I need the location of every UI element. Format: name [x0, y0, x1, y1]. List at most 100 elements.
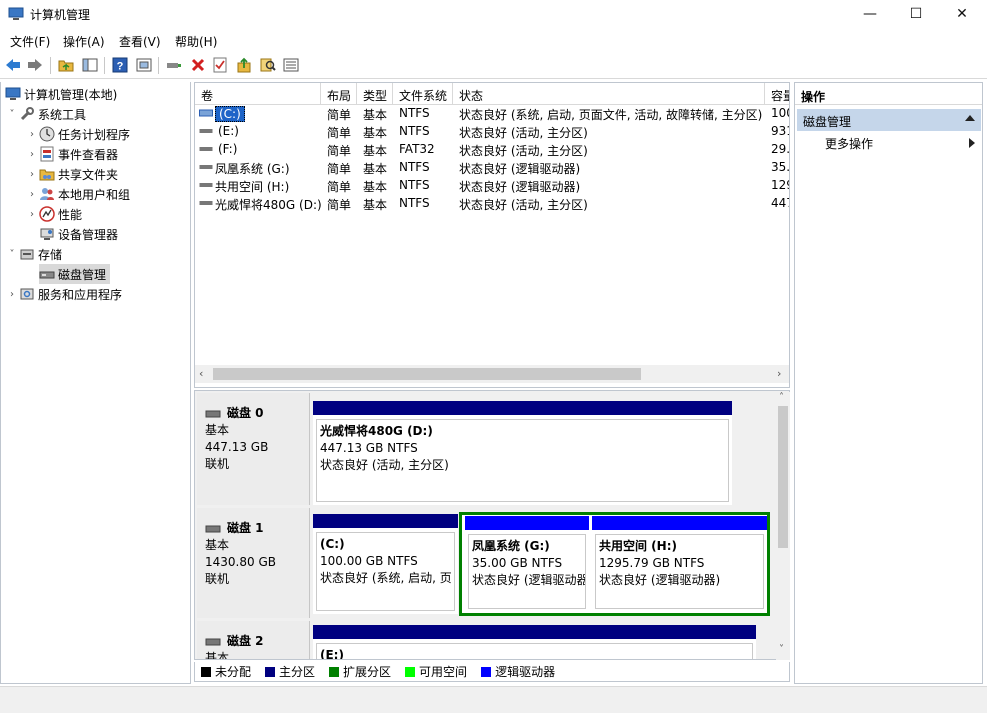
table-row[interactable]: (C:) 简单 基本 NTFS 状态良好 (系统, 启动, 页面文件, 活动, … [195, 105, 789, 123]
tree-item-event-viewer[interactable]: › 事件查看器 [25, 144, 118, 164]
disk-icon [205, 525, 221, 532]
vertical-scrollbar[interactable]: ˄ ˅ [776, 392, 790, 660]
chevron-down-icon[interactable]: ˅ [5, 249, 19, 260]
show-hide-tree-icon[interactable] [81, 56, 99, 74]
chevron-right-icon[interactable]: › [25, 169, 39, 180]
maximize-button[interactable]: ☐ [893, 0, 939, 28]
chevron-right-icon[interactable]: › [25, 209, 39, 220]
menu-action[interactable]: 操作(A) [63, 33, 105, 50]
volume-type: 基本 [363, 162, 388, 176]
column-header-type[interactable]: 类型 [357, 83, 393, 105]
partition-d[interactable]: 光威悍将480G (D:) 447.13 GB NTFS 状态良好 (活动, 主… [313, 401, 732, 505]
extended-partition[interactable]: 凤凰系统 (G:) 35.00 GB NTFS 状态良好 (逻辑驱动器) 共用空… [459, 512, 770, 616]
scrollbar-thumb[interactable] [778, 406, 788, 548]
checklist-icon[interactable] [211, 56, 229, 74]
delete-icon[interactable] [189, 56, 207, 74]
column-header-capacity[interactable]: 容量 [765, 83, 789, 105]
partition-size: 1295.79 GB NTFS [599, 556, 705, 570]
scroll-up-icon[interactable]: ˄ [779, 392, 784, 403]
chevron-down-icon[interactable]: ˅ [5, 109, 19, 120]
tree-item-system-tools[interactable]: ˅ 系统工具 [5, 104, 86, 124]
search-icon[interactable] [259, 56, 277, 74]
users-icon [39, 186, 55, 202]
volume-status: 状态良好 (活动, 主分区) [459, 126, 588, 140]
partition-h[interactable]: 共用空间 (H:) 1295.79 GB NTFS 状态良好 (逻辑驱动器) [592, 516, 767, 612]
menu-help[interactable]: 帮助(H) [175, 33, 217, 50]
tree-item-label: 服务和应用程序 [38, 287, 123, 302]
menu-view[interactable]: 查看(V) [119, 33, 161, 50]
tree-root[interactable]: 计算机管理(本地) [5, 84, 117, 104]
tree-item-performance[interactable]: › 性能 [25, 204, 82, 224]
disk-management-icon [39, 266, 55, 282]
partition-g[interactable]: 凤凰系统 (G:) 35.00 GB NTFS 状态良好 (逻辑驱动器) [465, 516, 589, 612]
up-folder-icon[interactable] [57, 56, 75, 74]
connect-icon[interactable] [165, 56, 183, 74]
help-icon[interactable]: ? [111, 56, 129, 74]
chevron-right-icon[interactable]: › [25, 149, 39, 160]
scrollbar-thumb[interactable] [213, 368, 641, 380]
volume-name: 共用空间 (H:) [215, 180, 290, 194]
column-header-status[interactable]: 状态 [453, 83, 765, 105]
tree-item-services-apps[interactable]: › 服务和应用程序 [5, 284, 122, 304]
disk-size: 447.13 GB [205, 440, 269, 454]
import-icon[interactable] [235, 56, 253, 74]
chevron-up-icon[interactable] [965, 115, 975, 121]
actions-section-disk-management[interactable]: 磁盘管理 [797, 109, 981, 131]
chevron-right-icon[interactable]: › [5, 289, 19, 300]
menu-bar: 文件(F) 操作(A) 查看(V) 帮助(H) [0, 30, 987, 52]
volume-type: 基本 [363, 198, 388, 212]
actions-header: 操作 [795, 83, 982, 105]
tree-item-shared-folders[interactable]: › 共享文件夹 [25, 164, 118, 184]
scroll-left-icon[interactable]: ‹ [199, 367, 203, 380]
disk-state: 联机 [205, 457, 230, 471]
partition-title: (E:) [320, 648, 344, 660]
disk-name: 磁盘 0 [227, 406, 264, 420]
legend-swatch [329, 666, 340, 677]
properties-panel-icon[interactable] [135, 56, 153, 74]
minimize-button[interactable]: — [847, 0, 893, 28]
list-view-icon[interactable] [282, 56, 300, 74]
partition-size: 100.00 GB NTFS [320, 554, 418, 568]
forward-icon[interactable] [26, 56, 44, 74]
device-manager-icon [39, 226, 55, 242]
tree-item-task-scheduler[interactable]: › 任务计划程序 [25, 124, 130, 144]
actions-section-label: 磁盘管理 [803, 115, 852, 129]
disk-kind: 基本 [205, 651, 230, 660]
scroll-right-icon[interactable]: › [777, 367, 781, 380]
legend-swatch [201, 666, 211, 677]
partition-status: 状态良好 (逻辑驱动器) [472, 573, 586, 587]
disk-1-label[interactable]: 磁盘 1 基本 1430.80 GB 联机 [197, 508, 310, 618]
partition-e[interactable]: (E:) [313, 625, 756, 660]
tree-item-local-users[interactable]: › 本地用户和组 [25, 184, 130, 204]
menu-file[interactable]: 文件(F) [10, 33, 50, 50]
horizontal-scrollbar[interactable]: ‹ › [195, 365, 789, 383]
table-row[interactable]: (F:) 简单 基本 FAT32 状态良好 (活动, 主分区) 29.9 [195, 141, 789, 159]
legend-item: 逻辑驱动器 [481, 663, 555, 680]
table-row[interactable]: 光威悍将480G (D:) 简单 基本 NTFS 状态良好 (活动, 主分区) … [195, 195, 789, 213]
table-row[interactable]: (E:) 简单 基本 NTFS 状态良好 (活动, 主分区) 931 [195, 123, 789, 141]
volume-filesystem: NTFS [399, 124, 430, 138]
column-header-filesystem[interactable]: 文件系统 [393, 83, 453, 105]
scroll-down-icon[interactable]: ˅ [779, 644, 784, 655]
volume-filesystem: NTFS [399, 106, 430, 120]
tree-item-label: 存储 [38, 247, 63, 262]
column-header-volume[interactable]: 卷 [195, 83, 321, 105]
table-row[interactable]: 共用空间 (H:) 简单 基本 NTFS 状态良好 (逻辑驱动器) 129 [195, 177, 789, 195]
disk-2-label[interactable]: 磁盘 2 基本 [197, 621, 310, 660]
back-icon[interactable] [4, 56, 22, 74]
disk-0-label[interactable]: 磁盘 0 基本 447.13 GB 联机 [197, 393, 310, 505]
tree-item-disk-management[interactable]: 磁盘管理 [39, 264, 111, 284]
table-row[interactable]: 凤凰系统 (G:) 简单 基本 NTFS 状态良好 (逻辑驱动器) 35.0 [195, 159, 789, 177]
more-actions-item[interactable]: 更多操作 [825, 135, 975, 152]
column-header-layout[interactable]: 布局 [321, 83, 357, 105]
tree-item-device-manager[interactable]: 设备管理器 [39, 224, 118, 244]
volume-icon [199, 129, 213, 133]
volume-icon [199, 165, 213, 169]
tree-item-storage[interactable]: ˅ 存储 [5, 244, 63, 264]
legend-item: 可用空间 [405, 663, 467, 680]
partition-c[interactable]: (C:) 100.00 GB NTFS 状态良好 (系统, 启动, 页 [313, 514, 458, 614]
chevron-right-icon[interactable]: › [25, 129, 39, 140]
chevron-right-icon[interactable]: › [25, 189, 39, 200]
volume-type: 基本 [363, 144, 388, 158]
close-button[interactable]: ✕ [939, 0, 985, 28]
